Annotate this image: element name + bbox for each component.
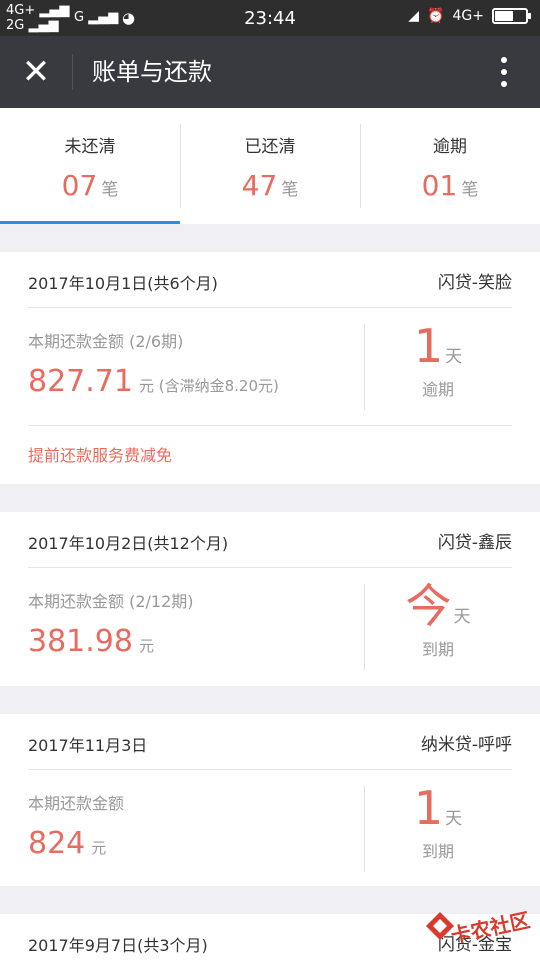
tab-count-unit: 笔	[281, 180, 299, 200]
bill-card-body: 本期还款金额 (2/12期) 381.98 元 今天 到期	[28, 568, 512, 686]
bill-product: 纳米贷-呼呼	[420, 735, 512, 755]
bill-date: 2017年10月1日(共6个月)	[28, 274, 218, 293]
bill-amount-suffix: 元	[138, 637, 154, 655]
bill-date: 2017年9月7日(共3个月)	[28, 936, 208, 955]
bill-due-status: 1天 逾期	[364, 318, 512, 400]
network-type-right: 4G+	[452, 8, 485, 24]
bill-card-body: 本期还款金额 824 元 1天 到期	[28, 770, 512, 888]
tab-paid[interactable]: 已还清 47 笔	[180, 108, 360, 224]
tab-label: 已还清	[244, 137, 296, 157]
due-label: 逾期	[421, 380, 454, 399]
bill-period-label: 本期还款金额 (2/12期)	[28, 592, 194, 611]
tab-label: 逾期	[433, 137, 467, 157]
app-bar-divider	[72, 54, 73, 90]
bill-amount: 824	[28, 826, 86, 861]
status-right-icons: ◢ ⏰ 4G+	[408, 8, 531, 24]
bill-period-label: 本期还款金额	[28, 794, 125, 813]
due-unit: 天	[445, 347, 463, 367]
app-bar: ✕ 账单与还款	[0, 36, 540, 108]
bill-period-label: 本期还款金额 (2/6期)	[28, 332, 184, 351]
tab-count: 07	[61, 169, 98, 202]
bill-amount-suffix: 元 (含滞纳金8.20元)	[138, 377, 279, 395]
bill-date: 2017年10月2日(共12个月)	[28, 534, 229, 553]
bill-card[interactable]: 2017年11月3日 纳米贷-呼呼 本期还款金额 824 元 1天 到期	[0, 714, 540, 886]
alarm-icon: ⏰	[427, 8, 445, 24]
battery-icon	[492, 8, 531, 24]
early-repayment-promo-link[interactable]: 提前还款服务费减免	[28, 442, 172, 466]
tab-unpaid[interactable]: 未还清 07 笔	[0, 108, 180, 224]
bill-amount-suffix: 元	[91, 839, 107, 857]
tab-count-unit: 笔	[461, 180, 479, 200]
bill-card-body: 本期还款金额 (2/6期) 827.71 元 (含滞纳金8.20元) 1天 逾期	[28, 308, 512, 426]
mute-icon: ◢	[408, 8, 420, 24]
due-value: 1	[413, 781, 444, 835]
bill-due-status: 1天 到期	[364, 780, 512, 862]
close-button[interactable]: ✕	[14, 50, 58, 94]
bill-card[interactable]: 2017年10月2日(共12个月) 闪贷-鑫辰 本期还款金额 (2/12期) 3…	[0, 512, 540, 686]
bill-card-header: 2017年10月1日(共6个月) 闪贷-笑脸	[28, 252, 512, 308]
tab-overdue[interactable]: 逾期 01 笔	[360, 108, 540, 224]
tab-count: 47	[241, 169, 278, 202]
more-vertical-icon	[501, 57, 507, 63]
due-value: 1	[413, 319, 444, 373]
tab-count: 01	[421, 169, 458, 202]
bill-card[interactable]: 2017年10月1日(共6个月) 闪贷-笑脸 本期还款金额 (2/6期) 827…	[0, 252, 540, 484]
bill-date: 2017年11月3日	[28, 736, 148, 755]
due-label: 到期	[421, 640, 454, 659]
bill-card-header: 2017年10月2日(共12个月) 闪贷-鑫辰	[28, 512, 512, 568]
bill-status-tabs: 未还清 07 笔 已还清 47 笔 逾期 01 笔	[0, 108, 540, 224]
status-bar: 4G+ ▂▄▆ 2G ▂▄▆ G ▂▄▆ ◕ 23:44 ◢ ⏰ 4G+	[0, 0, 540, 36]
bill-card-header: 2017年11月3日 纳米贷-呼呼	[28, 714, 512, 770]
active-tab-indicator	[0, 221, 180, 224]
bill-amount: 381.98	[28, 624, 133, 659]
bill-due-status: 今天 到期	[364, 578, 512, 660]
bill-amount: 827.71	[28, 364, 133, 399]
tab-label: 未还清	[64, 137, 116, 157]
watermark-text: 卡农社区	[448, 907, 532, 949]
due-unit: 天	[445, 809, 463, 829]
page-title: 账单与还款	[92, 58, 212, 86]
due-label: 到期	[421, 842, 454, 861]
due-value: 今	[405, 579, 452, 633]
due-unit: 天	[453, 607, 471, 627]
more-options-button[interactable]	[482, 50, 526, 94]
close-icon: ✕	[21, 52, 51, 92]
watermark: 卡农社区	[420, 906, 532, 949]
tab-count-unit: 笔	[101, 180, 119, 200]
bill-product: 闪贷-笑脸	[437, 273, 512, 293]
bill-product: 闪贷-鑫辰	[437, 533, 512, 553]
